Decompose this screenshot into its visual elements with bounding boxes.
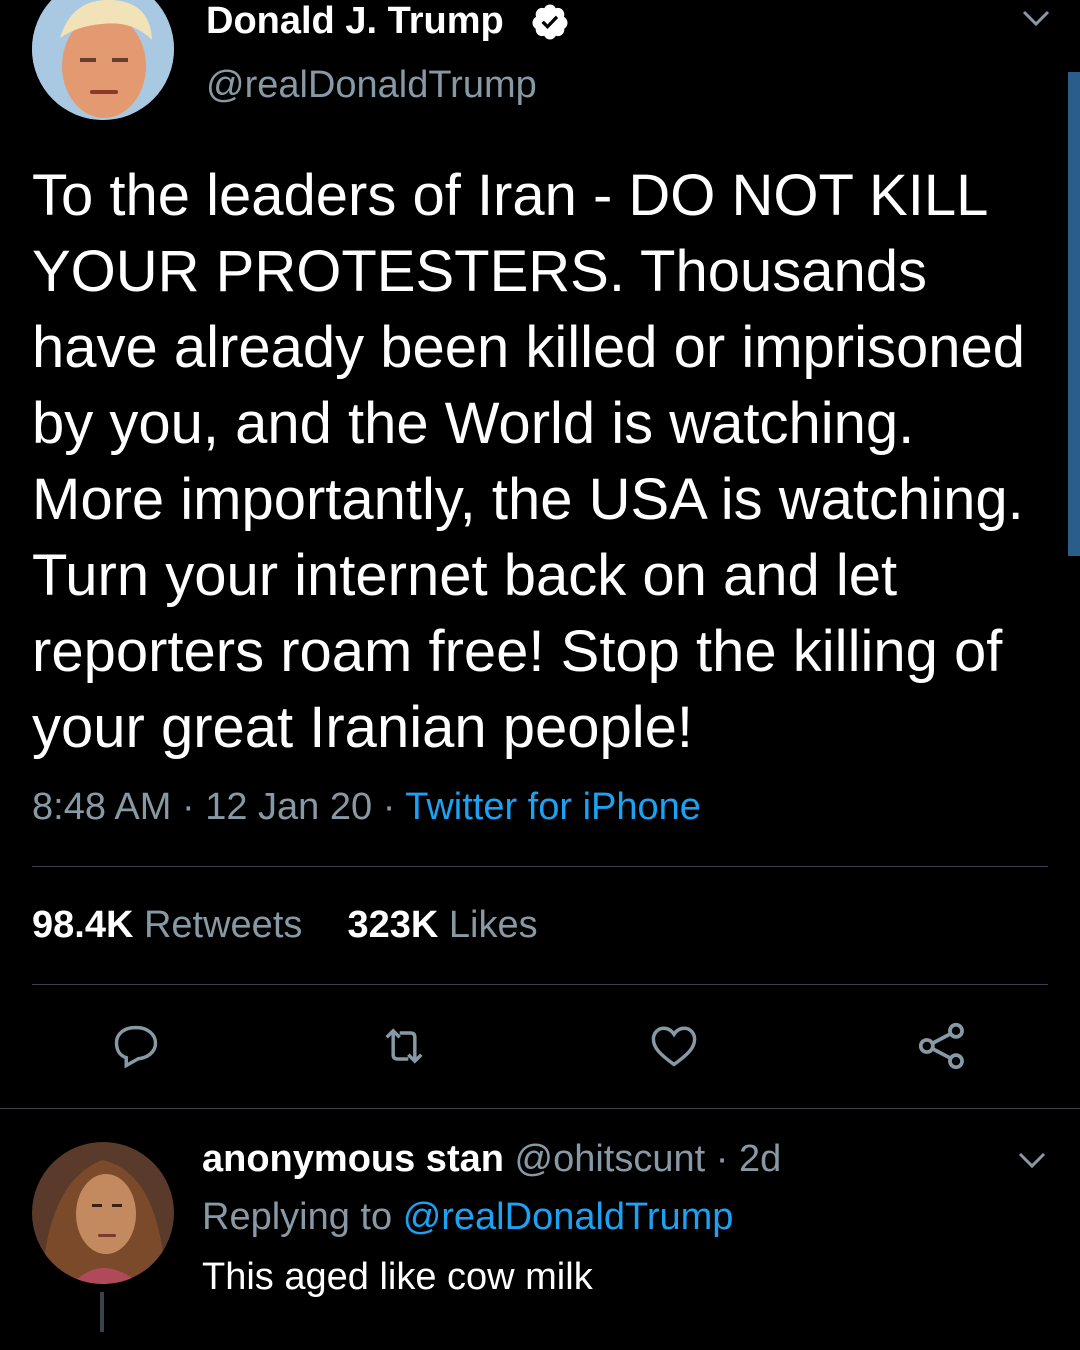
reply-button[interactable]: [106, 1016, 166, 1076]
reply-author-name[interactable]: anonymous stan: [202, 1138, 504, 1180]
replying-to-label: Replying to: [202, 1196, 393, 1238]
chevron-down-icon[interactable]: [1016, 4, 1056, 34]
reply-text: This aged like cow milk: [202, 1256, 593, 1299]
tweet-stats: 98.4K Retweets 323K Likes: [32, 904, 538, 947]
likes-count: 323K: [347, 904, 439, 946]
likes-stat[interactable]: 323K Likes: [348, 904, 538, 946]
retweets-label: Retweets: [143, 904, 303, 946]
reply-age: · 2d: [715, 1138, 782, 1180]
verified-badge-icon: [530, 2, 570, 42]
likes-label: Likes: [448, 904, 538, 946]
author-name-text[interactable]: Donald J. Trump: [206, 0, 504, 42]
author-avatar-image: [32, 0, 174, 120]
reply-author-handle[interactable]: @ohitscunt: [515, 1138, 706, 1180]
like-button[interactable]: [644, 1016, 704, 1076]
share-button[interactable]: [912, 1016, 972, 1076]
reply-text-content: This aged like cow milk: [202, 1256, 593, 1298]
scrollbar-thumb[interactable]: [1068, 72, 1080, 556]
tweet-meta: 8:48 AM · 12 Jan 20 · Twitter for iPhone: [32, 786, 701, 829]
retweets-count: 98.4K: [32, 904, 134, 946]
tweet-text-content: To the leaders of Iran - DO NOT KILL YOU…: [32, 163, 1026, 760]
divider: [0, 1108, 1080, 1109]
author-handle[interactable]: @realDonaldTrump: [206, 64, 537, 107]
thread-line: [100, 1292, 104, 1332]
author-handle-text[interactable]: @realDonaldTrump: [206, 64, 537, 106]
retweet-button[interactable]: [374, 1016, 434, 1076]
meta-separator: ·: [181, 786, 195, 828]
meta-separator: ·: [382, 786, 396, 828]
reply-header: anonymous stan @ohitscunt · 2d: [202, 1138, 781, 1181]
retweet-icon: [385, 1028, 423, 1064]
tweet-source-link[interactable]: Twitter for iPhone: [405, 786, 701, 828]
chevron-down-icon[interactable]: [1012, 1146, 1052, 1176]
author-name[interactable]: Donald J. Trump: [206, 0, 504, 43]
retweets-stat[interactable]: 98.4K Retweets: [32, 904, 313, 946]
replying-to-link[interactable]: @realDonaldTrump: [403, 1196, 734, 1238]
tweet-text: To the leaders of Iran - DO NOT KILL YOU…: [32, 158, 1042, 766]
like-icon: [651, 1026, 697, 1067]
replying-to: Replying to @realDonaldTrump: [202, 1196, 733, 1239]
reply-author-avatar[interactable]: [32, 1142, 174, 1284]
divider: [32, 866, 1048, 867]
reply-icon: [114, 1025, 158, 1069]
divider: [32, 984, 1048, 985]
tweet-time[interactable]: 8:48 AM: [32, 786, 171, 828]
tweet-date[interactable]: 12 Jan 20: [205, 786, 372, 828]
reply-avatar-image: [32, 1142, 174, 1284]
share-icon: [918, 1022, 964, 1070]
author-avatar[interactable]: [32, 0, 174, 120]
